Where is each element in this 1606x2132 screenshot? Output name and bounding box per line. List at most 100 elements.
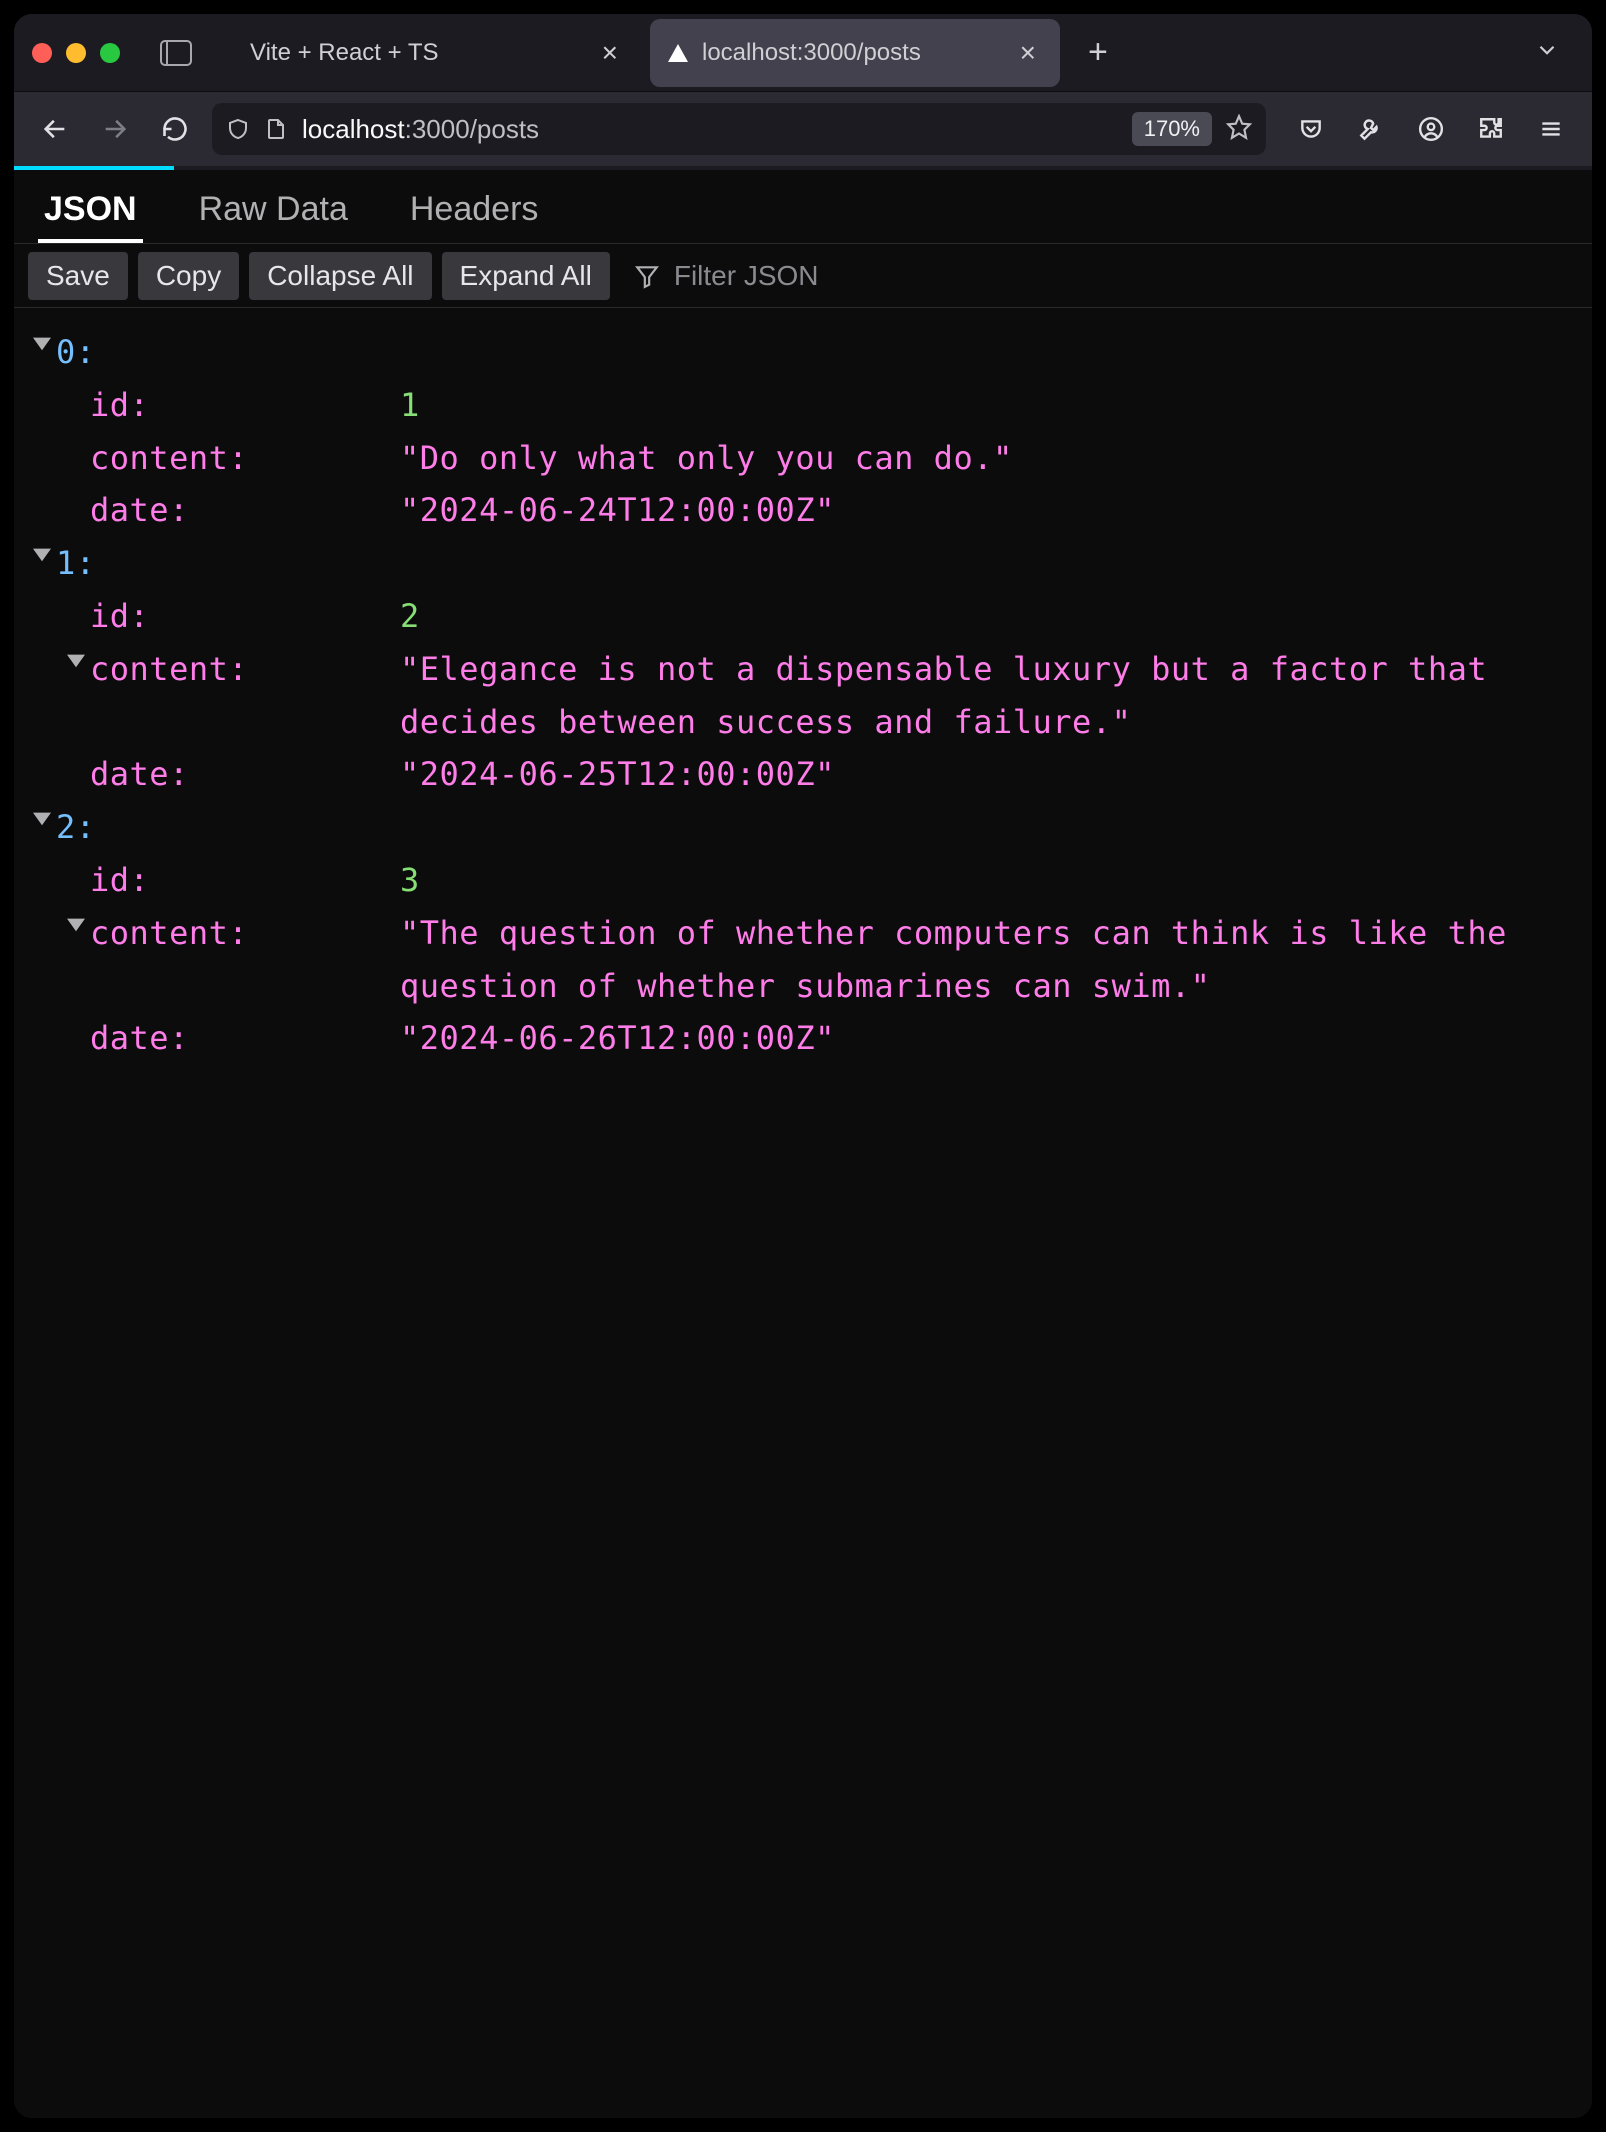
chevron-down-icon (1534, 37, 1560, 63)
toolbar-icons (1288, 106, 1574, 152)
json-key: content: (90, 914, 248, 952)
twisty-icon (62, 590, 90, 598)
json-row: 1: (28, 537, 1578, 590)
account-icon (1418, 116, 1444, 142)
star-icon (1226, 114, 1252, 140)
nav-back-button[interactable] (32, 106, 78, 152)
arrow-right-icon (101, 115, 129, 143)
json-key: content: (90, 650, 248, 688)
arrow-left-icon (41, 115, 69, 143)
app-menu-button[interactable] (1528, 106, 1574, 152)
browser-tab[interactable]: Vite + React + TS × (232, 19, 642, 87)
filter-container (634, 259, 1032, 293)
json-key: content: (90, 439, 248, 477)
twisty-icon (62, 748, 90, 756)
nav-forward-button[interactable] (92, 106, 138, 152)
json-key: id: (90, 597, 149, 635)
hamburger-icon (1538, 116, 1564, 142)
json-key: id: (90, 861, 149, 899)
json-key-index: 0: (56, 333, 96, 371)
browser-window: Vite + React + TS × localhost:3000/posts… (14, 14, 1592, 2118)
json-row: content: "Do only what only you can do." (28, 432, 1578, 485)
json-key-index: 2: (56, 808, 96, 846)
bookmark-button[interactable] (1226, 114, 1252, 145)
zoom-badge[interactable]: 170% (1132, 112, 1212, 146)
twisty-icon[interactable] (28, 801, 56, 827)
wrench-icon (1358, 116, 1384, 142)
nav-toolbar: localhost:3000/posts 170% (14, 92, 1592, 166)
json-value: 3 (400, 861, 420, 899)
funnel-icon (634, 263, 660, 289)
twisty-icon (62, 379, 90, 387)
tab-close-icon[interactable]: × (596, 39, 624, 67)
json-value: "2024-06-25T12:00:00Z" (400, 755, 835, 793)
pocket-icon (1298, 116, 1324, 142)
json-value: 1 (400, 386, 420, 424)
copy-button[interactable]: Copy (138, 252, 239, 300)
json-row: 2: (28, 801, 1578, 854)
json-viewer-tabs: JSON Raw Data Headers (14, 170, 1592, 244)
account-button[interactable] (1408, 106, 1454, 152)
twisty-icon[interactable] (28, 326, 56, 352)
sidebar-toggle-icon[interactable] (160, 40, 192, 66)
twisty-icon (62, 432, 90, 440)
nav-reload-button[interactable] (152, 106, 198, 152)
window-zoom[interactable] (100, 43, 120, 63)
url-path: :3000/posts (405, 114, 539, 144)
expand-all-button[interactable]: Expand All (442, 252, 610, 300)
tab-raw-data[interactable]: Raw Data (193, 176, 354, 243)
devtools-button[interactable] (1348, 106, 1394, 152)
json-value: "Elegance is not a dispensable luxury bu… (400, 650, 1487, 741)
filter-input[interactable] (672, 259, 1032, 293)
new-tab-button[interactable]: + (1068, 33, 1128, 72)
json-key-index: 1: (56, 544, 96, 582)
twisty-icon (62, 854, 90, 862)
url-text: localhost:3000/posts (302, 114, 1118, 145)
window-minimize[interactable] (66, 43, 86, 63)
json-key: id: (90, 386, 149, 424)
json-value: "The question of whether computers can t… (400, 914, 1507, 1005)
twisty-icon[interactable] (62, 643, 90, 669)
browser-tab[interactable]: localhost:3000/posts × (650, 19, 1060, 87)
json-row: content: "The question of whether comput… (28, 907, 1578, 1013)
tab-json[interactable]: JSON (38, 176, 143, 243)
window-close[interactable] (32, 43, 52, 63)
tab-label: localhost:3000/posts (702, 39, 1014, 67)
puzzle-icon (1478, 116, 1504, 142)
extensions-button[interactable] (1468, 106, 1514, 152)
twisty-icon[interactable] (62, 907, 90, 933)
json-key: date: (90, 491, 189, 529)
tab-close-icon[interactable]: × (1014, 39, 1042, 67)
url-bar[interactable]: localhost:3000/posts 170% (212, 103, 1266, 155)
json-value: 2 (400, 597, 420, 635)
json-row: id: 3 (28, 854, 1578, 907)
twisty-icon[interactable] (28, 537, 56, 563)
tab-headers[interactable]: Headers (404, 176, 545, 243)
twisty-icon (62, 484, 90, 492)
twisty-icon (62, 1012, 90, 1020)
json-row: date: "2024-06-26T12:00:00Z" (28, 1012, 1578, 1065)
titlebar: Vite + React + TS × localhost:3000/posts… (14, 14, 1592, 92)
shield-icon (226, 117, 250, 141)
url-host: localhost (302, 114, 405, 144)
json-value: "Do only what only you can do." (400, 439, 1013, 477)
json-row: date: "2024-06-25T12:00:00Z" (28, 748, 1578, 801)
json-action-bar: Save Copy Collapse All Expand All (14, 244, 1592, 308)
json-tree[interactable]: 0: id: 1 content: "Do only what only you… (14, 308, 1592, 2118)
page-icon (264, 117, 288, 141)
save-button[interactable]: Save (28, 252, 128, 300)
tab-favicon-icon (668, 44, 688, 62)
json-key: date: (90, 1019, 189, 1057)
tab-overflow-button[interactable] (1520, 37, 1574, 68)
json-value: "2024-06-24T12:00:00Z" (400, 491, 835, 529)
reload-icon (161, 115, 189, 143)
collapse-all-button[interactable]: Collapse All (249, 252, 431, 300)
json-row: id: 1 (28, 379, 1578, 432)
json-row: date: "2024-06-24T12:00:00Z" (28, 484, 1578, 537)
json-row: id: 2 (28, 590, 1578, 643)
pocket-button[interactable] (1288, 106, 1334, 152)
tab-strip: Vite + React + TS × localhost:3000/posts… (232, 14, 1520, 91)
json-key: date: (90, 755, 189, 793)
json-row: content: "Elegance is not a dispensable … (28, 643, 1578, 749)
json-row: 0: (28, 326, 1578, 379)
